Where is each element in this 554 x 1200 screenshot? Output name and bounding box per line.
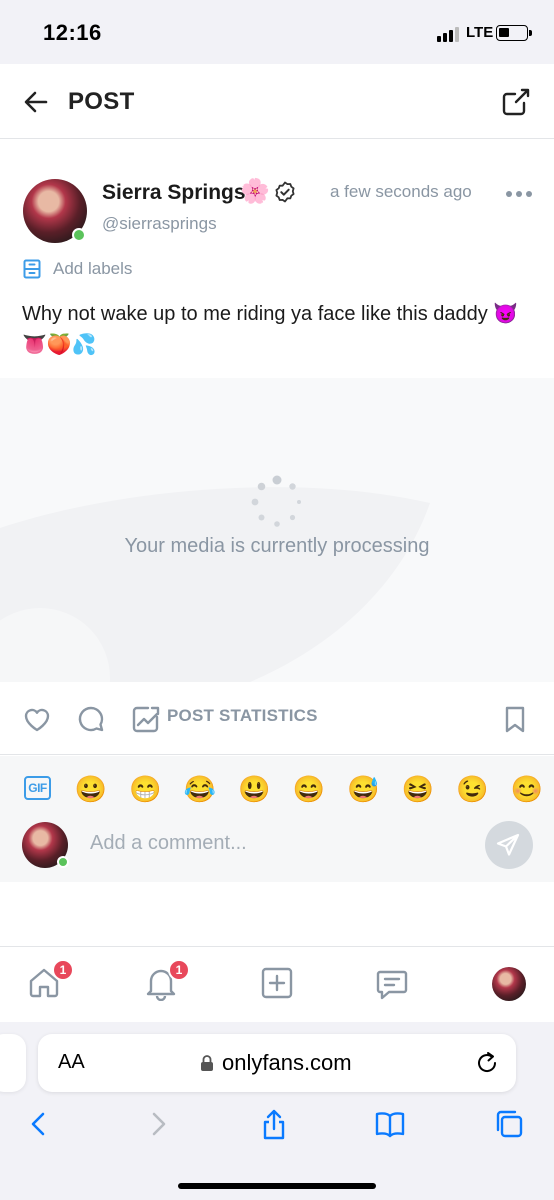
emoji-button[interactable]: 😁 (129, 772, 163, 806)
post-statistics-button[interactable]: POST STATISTICS (167, 706, 318, 726)
back-arrow-icon[interactable] (20, 86, 52, 118)
processing-message: Your media is currently processing (124, 535, 430, 557)
loading-spinner-icon (251, 475, 301, 527)
emoji-button[interactable]: 😃 (238, 772, 272, 806)
emoji-button[interactable]: 😀 (74, 772, 108, 806)
reader-aa-button[interactable]: AA (58, 1051, 85, 1074)
bottom-nav: 1 1 (0, 946, 554, 1022)
status-bar: 12:16 LTE (0, 0, 554, 64)
like-heart-icon[interactable] (21, 703, 53, 735)
signal-icon (437, 27, 459, 42)
emoji-button[interactable]: 😆 (401, 772, 435, 806)
commenter-avatar (22, 822, 69, 868)
browser-chrome: AA onlyfans.com (0, 1022, 554, 1200)
lock-icon (201, 1055, 213, 1071)
messages-icon[interactable] (374, 965, 410, 1001)
page-title: POST (68, 88, 135, 115)
post-text: Why not wake up to me riding ya face lik… (22, 303, 519, 356)
home-indicator (178, 1183, 376, 1189)
previous-tab-peek[interactable] (0, 1034, 26, 1092)
network-label: LTE (466, 24, 494, 41)
author-handle[interactable]: @sierrasprings (102, 214, 217, 234)
status-time: 12:16 (43, 20, 102, 45)
emoji-button[interactable]: 😂 (183, 772, 217, 806)
home-notification-badge: 1 (52, 959, 74, 981)
browser-forward-icon[interactable] (141, 1107, 175, 1141)
author-name[interactable]: Sierra Springs (102, 181, 246, 205)
comment-composer: GIF 😀 😁 😂 😃 😄 😅 😆 😉 😊 (0, 756, 554, 882)
reload-icon[interactable] (474, 1050, 500, 1076)
online-indicator (57, 856, 69, 868)
page-header: POST (0, 64, 554, 139)
browser-back-icon[interactable] (22, 1107, 56, 1141)
battery-icon (496, 25, 532, 41)
online-indicator (72, 228, 86, 242)
post-statistics-icon[interactable] (130, 703, 162, 735)
quick-emoji-row: 😀 😁 😂 😃 😄 😅 😆 😉 😊 (74, 772, 544, 806)
media-placeholder: Your media is currently processing (0, 378, 554, 682)
post-actions: POST STATISTICS (0, 682, 554, 755)
post-card: Sierra Springs 🌸 a few seconds ago @sier… (0, 139, 554, 378)
add-labels-button[interactable]: Add labels (23, 259, 132, 279)
send-icon (496, 833, 520, 856)
tabs-icon[interactable] (492, 1107, 526, 1141)
url-text: onlyfans.com (222, 1050, 352, 1075)
profile-avatar[interactable] (492, 967, 526, 1001)
address-bar[interactable]: AA onlyfans.com (38, 1034, 516, 1092)
notifications-badge: 1 (168, 959, 190, 981)
add-post-icon[interactable] (259, 965, 295, 1001)
bookmarks-book-icon[interactable] (373, 1107, 407, 1141)
comment-bubble-icon[interactable] (75, 703, 107, 735)
send-comment-button[interactable] (485, 821, 533, 869)
gif-button[interactable]: GIF (24, 776, 51, 800)
emoji-button[interactable]: 😅 (347, 772, 381, 806)
add-labels-label: Add labels (53, 259, 133, 278)
emoji-button[interactable]: 😊 (510, 772, 544, 806)
more-options-icon[interactable] (506, 189, 532, 199)
author-name-emoji: 🌸 (240, 178, 270, 205)
author-avatar[interactable] (23, 179, 87, 243)
labels-icon (23, 259, 41, 279)
verified-badge-icon (275, 181, 295, 203)
share-icon[interactable] (500, 86, 532, 118)
browser-share-icon[interactable] (257, 1107, 291, 1141)
emoji-button[interactable]: 😄 (292, 772, 326, 806)
comment-input[interactable] (90, 826, 470, 860)
post-timestamp: a few seconds ago (330, 182, 472, 201)
emoji-button[interactable]: 😉 (456, 772, 490, 806)
bookmark-icon[interactable] (499, 703, 531, 735)
